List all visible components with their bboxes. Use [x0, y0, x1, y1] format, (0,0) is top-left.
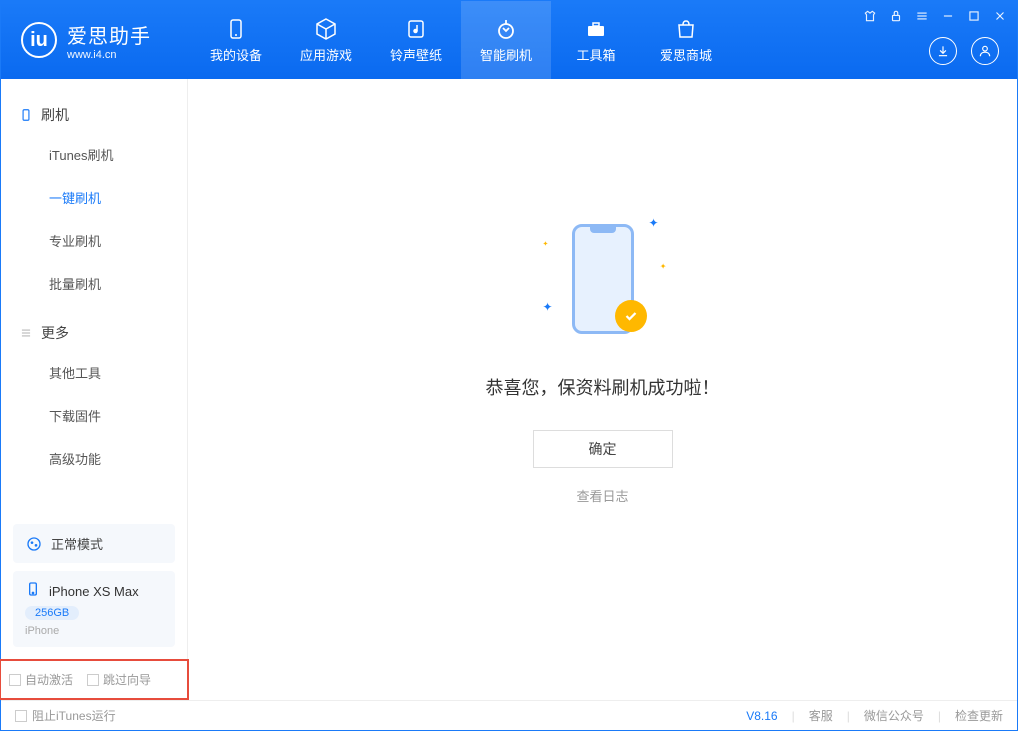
body-area: 刷机 iTunes刷机 一键刷机 专业刷机 批量刷机 更多 其他工具 下载固件 …: [1, 79, 1017, 700]
checkmark-badge-icon: [615, 300, 647, 332]
refresh-icon: [494, 17, 518, 41]
main-content: ✦ ✦ ✦ ✦ 恭喜您，保资料刷机成功啦！ 确定 查看日志: [188, 79, 1017, 700]
footer-link-support[interactable]: 客服: [809, 707, 833, 724]
device-storage-badge: 256GB: [25, 606, 79, 620]
checkbox-label: 跳过向导: [103, 671, 151, 688]
download-icon[interactable]: [929, 37, 957, 65]
sparkle-icon: ✦: [660, 262, 667, 271]
device-icon: [224, 17, 248, 41]
confirm-button[interactable]: 确定: [533, 430, 673, 468]
checkbox-label: 自动激活: [25, 671, 73, 688]
phone-icon: [19, 108, 33, 122]
device-info-box[interactable]: iPhone XS Max 256GB iPhone: [13, 571, 175, 647]
checkbox-label: 阻止iTunes运行: [32, 707, 116, 724]
device-type: iPhone: [25, 625, 163, 637]
sidebar-item-other-tools[interactable]: 其他工具: [1, 351, 187, 394]
menu-icon[interactable]: [915, 9, 929, 23]
success-message: 恭喜您，保资料刷机成功啦！: [486, 374, 720, 400]
toolbox-icon: [584, 17, 608, 41]
nav-tabs: 我的设备 应用游戏 铃声壁纸 智能刷机 工具箱 爱思商城: [191, 1, 731, 79]
sidebar-group-title: 更多: [41, 323, 69, 343]
divider: |: [938, 709, 941, 723]
close-icon[interactable]: [993, 9, 1007, 23]
logo-area: iu 爱思助手 www.i4.cn: [1, 20, 171, 61]
app-logo-icon: iu: [21, 22, 57, 58]
divider: |: [792, 709, 795, 723]
checkbox-icon: [87, 674, 99, 686]
sidebar-item-pro-flash[interactable]: 专业刷机: [1, 219, 187, 262]
shirt-icon[interactable]: [863, 9, 877, 23]
lock-icon[interactable]: [889, 9, 903, 23]
tab-label: 铃声壁纸: [390, 45, 442, 64]
tab-label: 应用游戏: [300, 45, 352, 64]
tab-apps-games[interactable]: 应用游戏: [281, 1, 371, 79]
device-name: iPhone XS Max: [49, 584, 139, 599]
device-mode-box[interactable]: 正常模式: [13, 524, 175, 563]
mode-status-icon: [25, 535, 43, 553]
app-url: www.i4.cn: [67, 49, 151, 61]
checkbox-skip-wizard[interactable]: 跳过向导: [87, 671, 151, 688]
sparkle-icon: ✦: [543, 240, 549, 248]
checkbox-icon: [9, 674, 21, 686]
tab-label: 我的设备: [210, 45, 262, 64]
window-controls: [863, 9, 1007, 23]
mode-label: 正常模式: [51, 534, 103, 553]
sidebar-group-flash: 刷机: [1, 97, 187, 133]
tab-toolbox[interactable]: 工具箱: [551, 1, 641, 79]
device-section: 正常模式 iPhone XS Max 256GB iPhone: [1, 512, 187, 659]
tab-smart-flash[interactable]: 智能刷机: [461, 1, 551, 79]
sidebar-item-advanced[interactable]: 高级功能: [1, 437, 187, 480]
checkbox-icon: [15, 710, 27, 722]
sparkle-icon: ✦: [543, 300, 553, 314]
device-phone-icon: [25, 581, 41, 602]
footer-link-wechat[interactable]: 微信公众号: [864, 707, 924, 724]
tab-my-device[interactable]: 我的设备: [191, 1, 281, 79]
success-illustration: ✦ ✦ ✦ ✦: [553, 214, 653, 344]
sidebar: 刷机 iTunes刷机 一键刷机 专业刷机 批量刷机 更多 其他工具 下载固件 …: [1, 79, 188, 700]
sidebar-item-download-firmware[interactable]: 下载固件: [1, 394, 187, 437]
minimize-icon[interactable]: [941, 9, 955, 23]
sidebar-group-title: 刷机: [41, 105, 69, 125]
footer-right: V8.16 | 客服 | 微信公众号 | 检查更新: [746, 707, 1003, 724]
user-icon[interactable]: [971, 37, 999, 65]
sidebar-item-itunes-flash[interactable]: iTunes刷机: [1, 133, 187, 176]
cube-icon: [314, 17, 338, 41]
tab-label: 智能刷机: [480, 45, 532, 64]
divider: |: [847, 709, 850, 723]
checkbox-block-itunes[interactable]: 阻止iTunes运行: [15, 707, 116, 724]
maximize-icon[interactable]: [967, 9, 981, 23]
tab-label: 爱思商城: [660, 45, 712, 64]
footer-link-update[interactable]: 检查更新: [955, 707, 1003, 724]
shopping-bag-icon: [674, 17, 698, 41]
view-log-link[interactable]: 查看日志: [576, 486, 628, 505]
version-label: V8.16: [746, 709, 777, 723]
header-actions: [929, 37, 999, 65]
checkbox-auto-activate[interactable]: 自动激活: [9, 671, 73, 688]
app-title: 爱思助手: [67, 20, 151, 49]
sidebar-item-batch-flash[interactable]: 批量刷机: [1, 262, 187, 305]
sidebar-item-oneclick-flash[interactable]: 一键刷机: [1, 176, 187, 219]
footer: 阻止iTunes运行 V8.16 | 客服 | 微信公众号 | 检查更新: [1, 700, 1017, 730]
list-icon: [19, 326, 33, 340]
sparkle-icon: ✦: [648, 216, 658, 230]
highlighted-options-row: 自动激活 跳过向导: [0, 659, 189, 700]
sidebar-group-more: 更多: [1, 315, 187, 351]
tab-store[interactable]: 爱思商城: [641, 1, 731, 79]
music-note-icon: [404, 17, 428, 41]
app-header: iu 爱思助手 www.i4.cn 我的设备 应用游戏 铃声壁纸 智能刷机 工具…: [1, 1, 1017, 79]
tab-ringtone-wallpaper[interactable]: 铃声壁纸: [371, 1, 461, 79]
tab-label: 工具箱: [576, 45, 615, 64]
